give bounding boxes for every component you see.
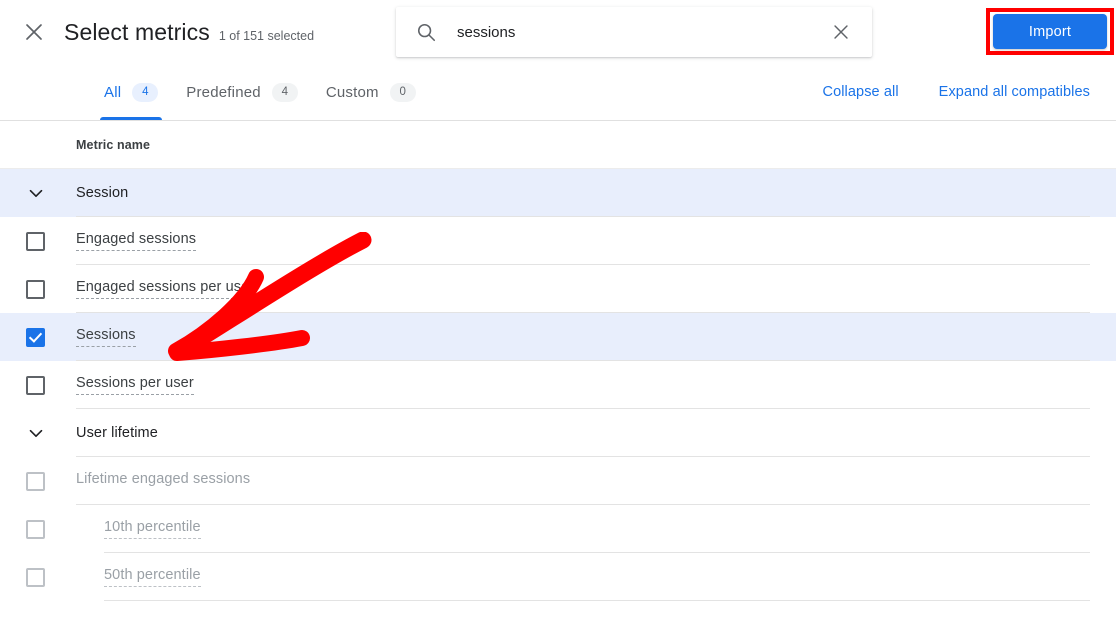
tab-custom-badge: 0: [390, 83, 416, 102]
group-label: User lifetime: [76, 425, 158, 441]
close-icon[interactable]: [22, 20, 46, 44]
group-label: Session: [76, 185, 128, 201]
search-input[interactable]: [457, 24, 830, 41]
row-checkbox[interactable]: [26, 232, 45, 251]
metric-label: 50th percentile: [104, 567, 201, 587]
tab-all[interactable]: All 4: [90, 64, 172, 120]
table-row-disabled[interactable]: 50th percentile: [0, 553, 1116, 601]
table-row[interactable]: Engaged sessions: [0, 217, 1116, 265]
selection-count: 1 of 151 selected: [219, 30, 314, 43]
group-row-user-lifetime[interactable]: User lifetime: [0, 409, 1116, 457]
tab-all-badge: 4: [132, 83, 158, 102]
tab-predefined-label: Predefined: [186, 84, 261, 101]
tab-actions: Collapse all Expand all compatibles: [823, 84, 1091, 100]
chevron-down-icon[interactable]: [25, 182, 47, 204]
metric-label: Engaged sessions: [76, 231, 196, 251]
column-metric-name: Metric name: [76, 138, 150, 152]
metric-label: Sessions per user: [76, 375, 194, 395]
expand-all-compatibles-link[interactable]: Expand all compatibles: [939, 84, 1090, 100]
row-checkbox[interactable]: [26, 520, 45, 539]
title-group: Select metrics 1 of 151 selected: [64, 21, 314, 44]
tabs-bar: All 4 Predefined 4 Custom 0 Collapse all…: [0, 64, 1116, 121]
row-checkbox[interactable]: [26, 472, 45, 491]
table-row[interactable]: Engaged sessions per user: [0, 265, 1116, 313]
row-checkbox-checked[interactable]: [26, 328, 45, 347]
metric-label: Lifetime engaged sessions: [76, 471, 250, 491]
import-button[interactable]: Import: [993, 14, 1107, 49]
metric-label: Engaged sessions per user: [76, 279, 254, 299]
tab-predefined-badge: 4: [272, 83, 298, 102]
row-checkbox[interactable]: [26, 568, 45, 587]
table-row-disabled[interactable]: Lifetime engaged sessions: [0, 457, 1116, 505]
clear-search-icon[interactable]: [830, 21, 852, 43]
collapse-all-link[interactable]: Collapse all: [823, 84, 899, 100]
search-icon: [415, 21, 437, 43]
metric-label: Sessions: [76, 327, 136, 347]
tab-predefined[interactable]: Predefined 4: [172, 64, 312, 120]
table-row-disabled[interactable]: 10th percentile: [0, 505, 1116, 553]
metrics-list: Session Engaged sessions Engaged session…: [0, 169, 1116, 601]
table-row-selected[interactable]: Sessions: [0, 313, 1116, 361]
tab-custom-label: Custom: [326, 84, 379, 101]
page-title: Select metrics: [64, 21, 210, 44]
row-checkbox[interactable]: [26, 280, 45, 299]
table-column-header: Metric name: [0, 121, 1116, 169]
row-checkbox[interactable]: [26, 376, 45, 395]
group-row-session[interactable]: Session: [0, 169, 1116, 217]
tab-all-label: All: [104, 84, 121, 101]
metric-label: 10th percentile: [104, 519, 201, 539]
tab-custom[interactable]: Custom 0: [312, 64, 430, 120]
chevron-down-icon[interactable]: [25, 422, 47, 444]
tab-list: All 4 Predefined 4 Custom 0: [90, 64, 430, 120]
table-row[interactable]: Sessions per user: [0, 361, 1116, 409]
search-box[interactable]: [396, 7, 872, 57]
dialog-header: Select metrics 1 of 151 selected Import: [0, 0, 1116, 64]
